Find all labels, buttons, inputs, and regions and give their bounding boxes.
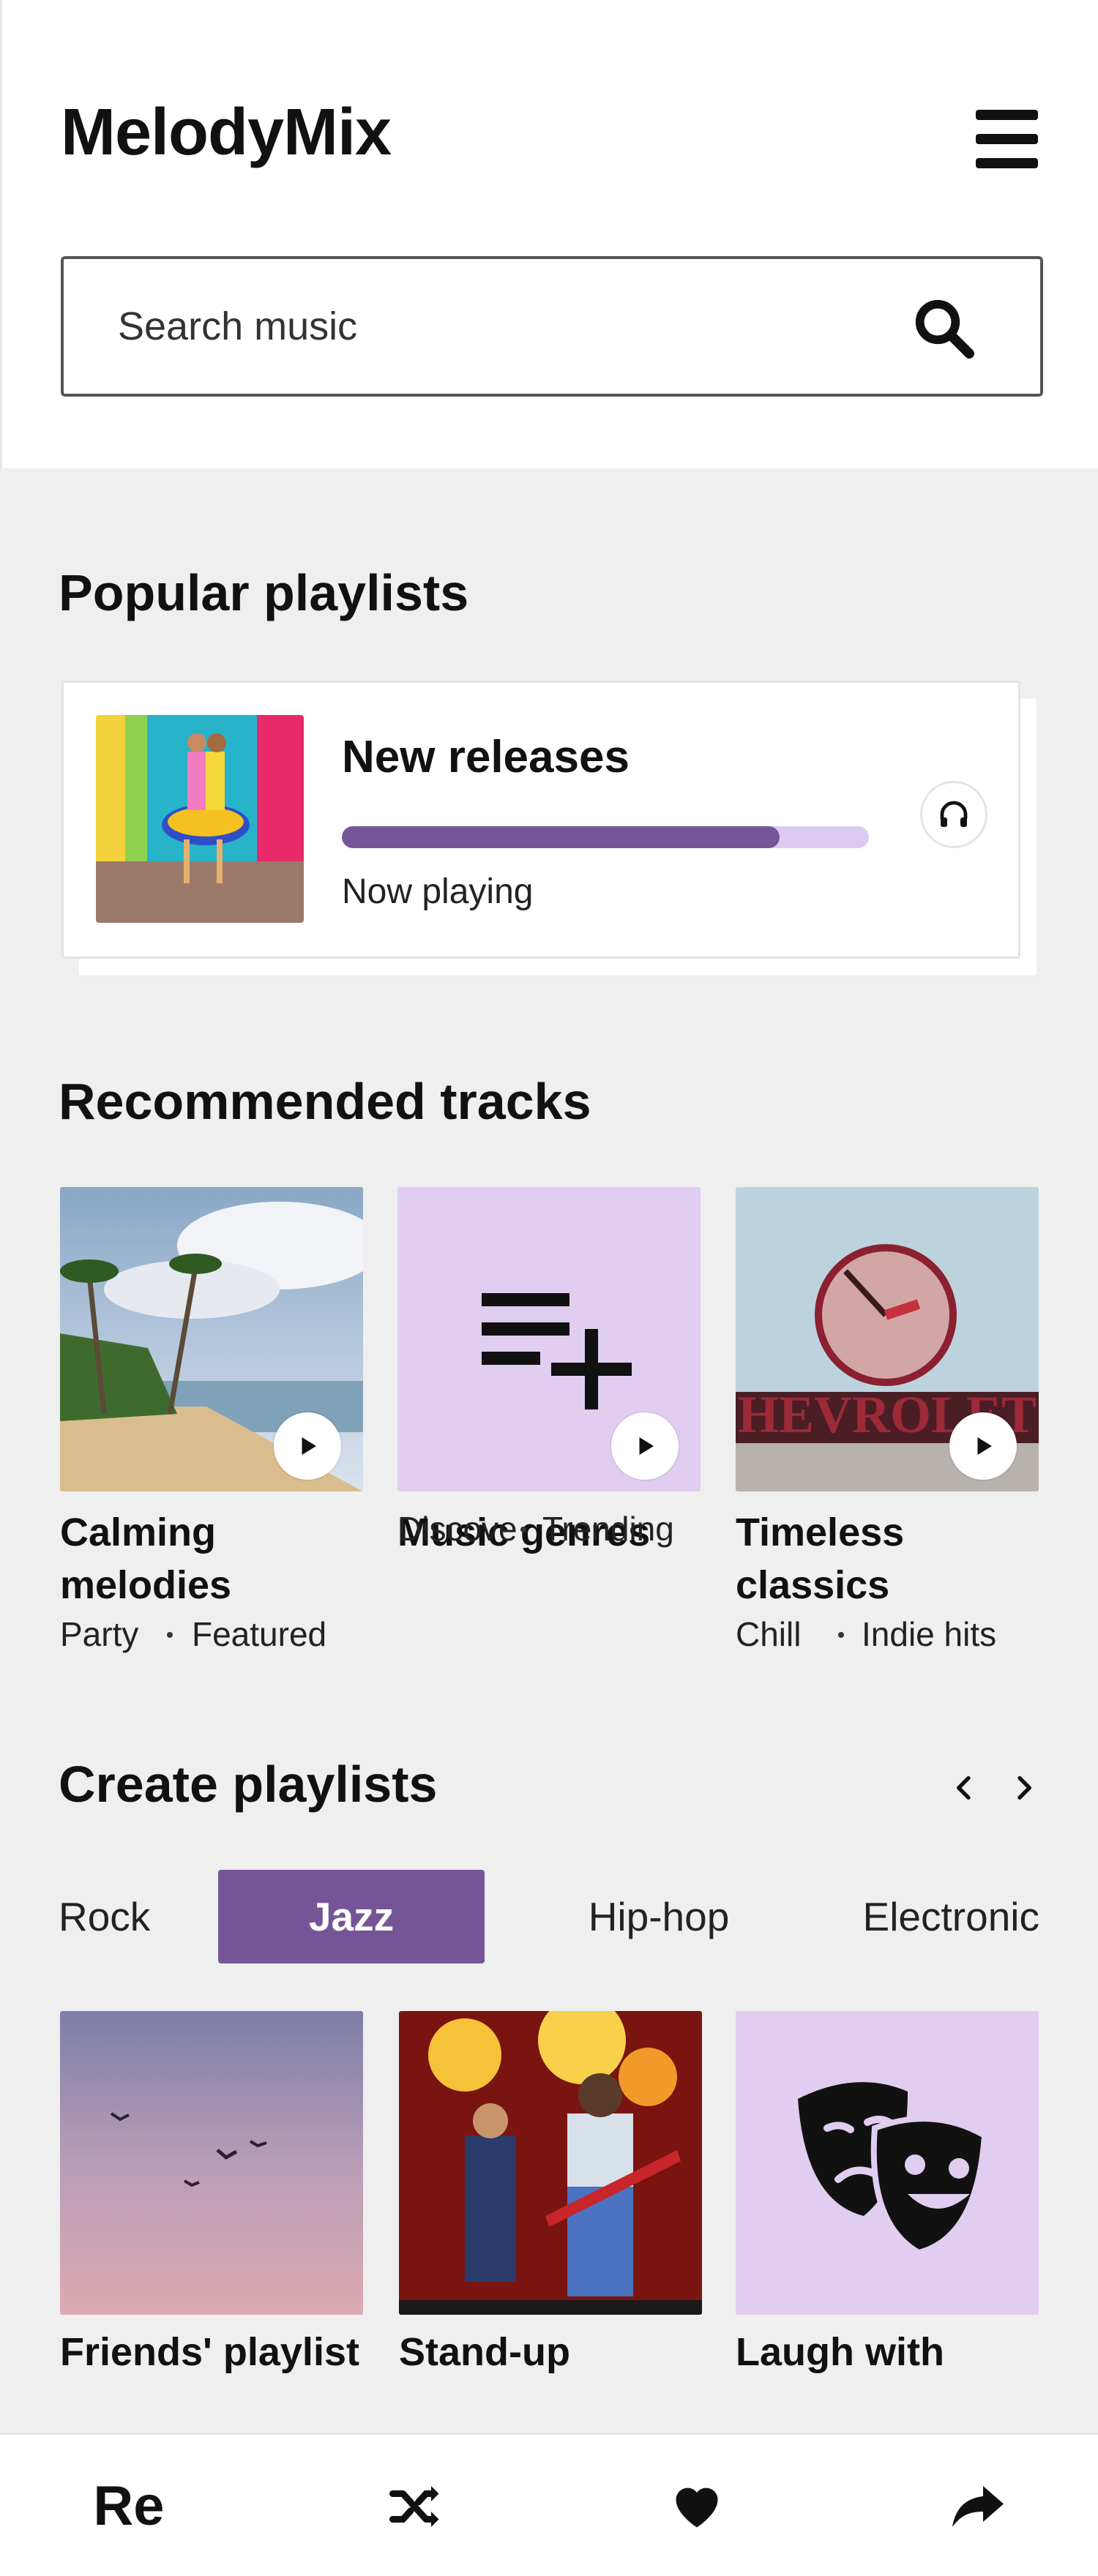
recommended-tracks-heading: Recommended tracks: [59, 1073, 591, 1130]
scroll-left-button[interactable]: [943, 1762, 987, 1813]
menu-button[interactable]: [976, 110, 1038, 168]
tag-separator-dot: [520, 1527, 526, 1532]
theater-masks-icon: [798, 2082, 988, 2256]
share-icon: [952, 2485, 1004, 2527]
favorite-button[interactable]: [624, 2435, 770, 2576]
share-button[interactable]: [905, 2435, 1051, 2576]
create-card[interactable]: Laugh with: [736, 2011, 1039, 2375]
create-image-theater: [736, 2011, 1039, 2315]
play-button[interactable]: [949, 1412, 1017, 1480]
app-header: MelodyMix: [0, 0, 1098, 468]
search-input[interactable]: [118, 291, 850, 362]
track-title-line: classics: [736, 1563, 890, 1607]
bottom-nav-re-label: Re: [93, 2475, 165, 2537]
playback-progress-bar[interactable]: [342, 826, 869, 848]
create-image-concert: [399, 2011, 702, 2315]
play-button[interactable]: [611, 1412, 679, 1480]
app-title: MelodyMix: [61, 96, 392, 169]
search-box: [61, 256, 1043, 397]
chip-rock[interactable]: Rock: [59, 1870, 154, 1963]
playlist-title: New releases: [342, 732, 630, 782]
track-tag: Indie hits: [862, 1615, 997, 1653]
chip-jazz[interactable]: Jazz: [218, 1870, 485, 1963]
track-tags: Party Featured: [60, 1614, 363, 1658]
headphones-icon: [940, 801, 968, 827]
menu-icon-bar: [976, 110, 1038, 120]
playback-status: Now playing: [342, 872, 534, 911]
track-image-beach: [60, 1187, 363, 1491]
playlist-card[interactable]: New releases Now playing: [61, 681, 1020, 959]
create-playlists-heading: Create playlists: [59, 1756, 438, 1813]
play-icon: [302, 1437, 316, 1455]
chip-electronic[interactable]: Electronic: [849, 1870, 1039, 1963]
create-card-title: Friends' playlist: [60, 2330, 359, 2374]
bottom-navigation: Re: [0, 2433, 1098, 2576]
bottom-nav-re[interactable]: Re: [56, 2435, 202, 2576]
track-title-line: melodies: [60, 1563, 232, 1607]
tag-separator-dot: [167, 1632, 173, 1638]
shuffle-button[interactable]: [343, 2435, 489, 2576]
create-card-title: Stand-up: [399, 2330, 570, 2374]
track-title-line: Calming: [60, 1510, 217, 1554]
chip-hip-hop[interactable]: Hip-hop: [571, 1870, 747, 1963]
shuffle-icon: [389, 2485, 439, 2527]
create-image-birds: [60, 2011, 363, 2315]
track-tag: Featured: [192, 1615, 327, 1653]
track-title: Calming melodies: [60, 1506, 363, 1611]
track-title: Timeless classics: [736, 1506, 1039, 1611]
headphones-button[interactable]: [920, 781, 987, 848]
playback-progress-fill: [342, 826, 780, 848]
track-tags: Discove Trending: [397, 1509, 701, 1553]
track-tag: Chill: [736, 1615, 802, 1653]
chevron-right-icon: [1017, 1776, 1031, 1800]
track-tag: Party: [60, 1615, 139, 1653]
track-tag: Trending: [542, 1510, 674, 1548]
playlist-thumbnail: [96, 715, 304, 923]
play-button[interactable]: [274, 1412, 341, 1480]
chevron-left-icon: [957, 1776, 971, 1800]
popular-playlists-heading: Popular playlists: [59, 564, 469, 621]
tag-separator-dot: [838, 1632, 844, 1638]
scroll-right-button[interactable]: [1001, 1762, 1045, 1813]
track-tag: Discove: [397, 1510, 518, 1548]
track-image-clock-sign: HEVROLET: [736, 1187, 1039, 1491]
play-icon: [639, 1437, 654, 1455]
menu-icon-bar: [976, 158, 1038, 168]
search-icon[interactable]: [911, 296, 977, 362]
track-card[interactable]: Calming melodies Party Featured: [60, 1187, 363, 1658]
track-card[interactable]: Music genres Discove Trending: [397, 1187, 701, 1554]
track-tags: Chill Indie hits: [736, 1614, 1039, 1658]
track-image-genres: [397, 1187, 701, 1491]
heart-icon: [676, 2487, 718, 2527]
create-card[interactable]: Stand-up: [399, 2011, 702, 2375]
create-card-title: Laugh with: [736, 2330, 944, 2374]
menu-icon-bar: [976, 134, 1038, 144]
track-title-line: Timeless: [736, 1510, 905, 1554]
play-icon: [977, 1437, 992, 1455]
track-card[interactable]: HEVROLET Timeless classics Chill Indie h…: [736, 1187, 1039, 1658]
create-card[interactable]: Friends' playlist: [60, 2011, 363, 2375]
